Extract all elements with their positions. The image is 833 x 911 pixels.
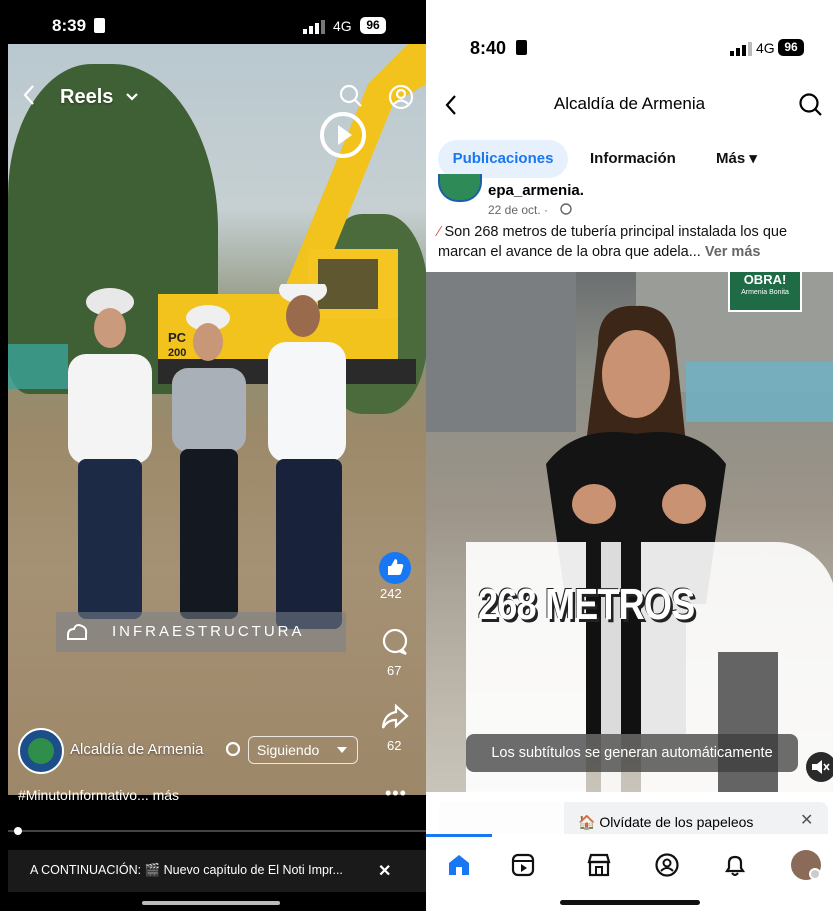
globe-icon xyxy=(226,742,240,756)
progress-bar[interactable] xyxy=(8,827,426,835)
speaker-muted-icon xyxy=(812,760,830,774)
facebook-page-screen: 8:40 4G 96 Alcaldía de Armenia Publicaci… xyxy=(426,0,833,911)
profile-icon[interactable] xyxy=(388,84,414,110)
post-author[interactable]: epa_armenia. xyxy=(488,182,584,199)
chevron-down-icon xyxy=(337,747,347,753)
battery-indicator: 96 xyxy=(778,39,804,56)
account-name[interactable]: Alcaldía de Armenia xyxy=(70,741,203,758)
pipe-emoji-icon: ⁄ xyxy=(438,224,441,240)
tab-mas[interactable]: Más ▾ xyxy=(716,140,776,178)
globe-icon xyxy=(560,203,572,215)
obra-badge-sub: Armenia Bonita xyxy=(741,289,789,296)
more-options-icon[interactable]: ••• xyxy=(385,783,407,804)
signal-icon xyxy=(303,20,325,34)
people-image xyxy=(68,284,346,629)
status-time: 8:39 xyxy=(52,16,87,35)
home-indicator xyxy=(560,900,700,905)
home-indicator xyxy=(142,901,280,905)
progress-handle[interactable] xyxy=(14,827,22,835)
like-count: 242 xyxy=(380,586,402,601)
status-bar: 8:40 4G 96 xyxy=(426,8,833,68)
share-icon[interactable] xyxy=(380,702,410,732)
signal-icon xyxy=(730,42,752,56)
post-text-block: ⁄ Son 268 metros de tubería principal in… xyxy=(438,222,830,262)
cloud-icon xyxy=(67,624,88,640)
next-up-text[interactable]: A CONTINUACIÓN: 🎬 Nuevo capítulo de El N… xyxy=(30,863,343,878)
marketplace-icon[interactable] xyxy=(586,852,612,878)
reels-screen: 8:39 4G 96 PC 200 Reels INFRAESTRUCTURA … xyxy=(0,0,426,911)
status-time: 8:40 xyxy=(470,38,507,58)
home-icon[interactable] xyxy=(446,852,472,878)
play-icon[interactable] xyxy=(318,110,368,160)
tab-publicaciones[interactable]: Publicaciones xyxy=(438,140,568,178)
page-tabs: Publicaciones Información Más ▾ xyxy=(426,140,833,180)
search-icon[interactable] xyxy=(339,84,363,108)
tab-informacion[interactable]: Información xyxy=(590,140,690,178)
sim-icon xyxy=(94,18,105,33)
mute-button[interactable] xyxy=(806,752,833,782)
notifications-icon[interactable] xyxy=(722,852,748,878)
caption-text[interactable]: #MinutoInformativo... más xyxy=(18,787,179,803)
follow-button[interactable]: Siguiendo xyxy=(248,736,358,764)
next-up-banner[interactable]: A CONTINUACIÓN: 🎬 Nuevo capítulo de El N… xyxy=(8,850,426,892)
like-icon[interactable] xyxy=(378,551,412,585)
video-headline: 268 METROS xyxy=(478,580,695,629)
author-avatar[interactable] xyxy=(438,174,482,202)
reels-title[interactable]: Reels xyxy=(60,86,113,109)
obra-badge-title: OBRA! xyxy=(743,272,787,287)
video-icon[interactable] xyxy=(510,852,536,878)
post-date[interactable]: 22 de oct. · xyxy=(488,203,548,217)
caption-row[interactable]: #MinutoInformativo... más ••• xyxy=(0,783,426,825)
share-count: 62 xyxy=(387,738,402,753)
search-icon[interactable] xyxy=(798,92,824,118)
top-nav: Alcaldía de Armenia xyxy=(426,82,833,130)
close-icon[interactable]: ✕ xyxy=(800,810,813,830)
category-label: INFRAESTRUCTURA xyxy=(112,623,305,640)
post-video[interactable]: OBRA! Armenia Bonita 268 METROS Los subt… xyxy=(426,272,833,792)
comment-count: 67 xyxy=(387,663,402,678)
sponsored-card[interactable]: 🏠 Olvídate de los papeleos ✕ xyxy=(438,802,828,834)
ad-text[interactable]: 🏠 Olvídate de los papeleos xyxy=(578,814,753,831)
sim-icon xyxy=(516,40,527,55)
bottom-nav xyxy=(426,834,833,911)
subtitles-notice: Los subtítulos se generan automáticament… xyxy=(466,734,798,772)
reel-video[interactable]: PC 200 Reels INFRAESTRUCTURA 242 67 62 A… xyxy=(8,44,426,795)
account-avatar[interactable] xyxy=(18,728,64,774)
menu-avatar[interactable] xyxy=(791,850,821,880)
follow-label: Siguiendo xyxy=(257,742,320,758)
category-label-box: INFRAESTRUCTURA xyxy=(56,612,346,652)
status-bar: 8:39 4G 96 xyxy=(0,8,426,44)
profile-icon[interactable] xyxy=(654,852,680,878)
comment-icon[interactable] xyxy=(380,627,410,657)
network-label: 4G xyxy=(756,40,775,56)
network-label: 4G xyxy=(333,18,352,34)
back-icon[interactable] xyxy=(22,84,36,106)
page-title: Alcaldía de Armenia xyxy=(553,94,706,113)
chevron-down-icon[interactable] xyxy=(125,92,139,102)
active-tab-indicator xyxy=(426,834,492,837)
ad-thumbnail xyxy=(438,802,564,834)
battery-indicator: 96 xyxy=(360,17,386,34)
see-more-link[interactable]: Ver más xyxy=(705,244,761,260)
post-header: epa_armenia. 22 de oct. · ⁄ Son 268 metr… xyxy=(426,174,833,272)
close-icon[interactable]: ✕ xyxy=(378,861,391,881)
